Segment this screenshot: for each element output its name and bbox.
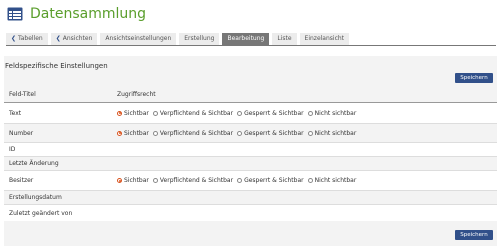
tab-label: Liste	[277, 35, 292, 42]
tab-label: Einzelansicht	[304, 35, 345, 42]
access-options: Sichtbar Verpflichtend & Sichtbar Gesper…	[117, 130, 497, 137]
chevron-left-icon: ❮	[11, 35, 17, 42]
app-title: Datensammlung	[30, 6, 147, 22]
radio-button[interactable]	[117, 110, 122, 116]
tab-einzelansicht[interactable]: Einzelansicht	[299, 33, 350, 45]
radio-button[interactable]	[117, 178, 122, 183]
field-title: Letzte Änderung	[9, 160, 59, 167]
radio-button[interactable]	[237, 178, 243, 183]
option-label: Gesperrt & Sichtbar	[244, 109, 304, 117]
table-row: Text Sichtbar Verpflichtend & Sichtbar G…	[4, 103, 497, 124]
table-row: ID	[4, 143, 497, 157]
table-row: Erstellungsdatum	[4, 191, 497, 205]
option-required-visible[interactable]: Verpflichtend & Sichtbar	[152, 129, 234, 137]
radio-button[interactable]	[237, 130, 243, 136]
field-title: Besitzer	[9, 177, 34, 184]
tab-tabellen[interactable]: ❮ Tabellen	[6, 33, 48, 45]
option-not-visible[interactable]: Nicht sichtbar	[307, 109, 357, 117]
option-locked-visible[interactable]: Gesperrt & Sichtbar	[237, 110, 304, 117]
option-label: Sichtbar	[124, 109, 149, 117]
app-header: Datensammlung	[0, 0, 500, 30]
field-title: ID	[9, 146, 16, 153]
radio-button[interactable]	[307, 178, 313, 183]
section-title: Feldspezifische Einstellungen	[5, 62, 108, 70]
option-label: Nicht sichtbar	[314, 109, 357, 117]
tab-divider	[6, 45, 496, 46]
chevron-left-icon: ❮	[55, 35, 61, 42]
option-not-visible[interactable]: Nicht sichtbar	[307, 129, 357, 137]
field-title: Text	[9, 109, 22, 117]
option-label: Nicht sichtbar	[314, 177, 357, 184]
tab-label: Ansichtseinstellungen	[105, 35, 172, 42]
option-not-visible[interactable]: Nicht sichtbar	[307, 177, 357, 184]
header-field-title: Feld-Titel	[9, 91, 36, 98]
tab-label: Ansichten	[62, 35, 93, 42]
radio-button[interactable]	[152, 178, 158, 183]
tab-bearbeitung[interactable]: Bearbeitung	[222, 33, 270, 45]
radio-button[interactable]	[152, 130, 158, 136]
field-title: Number	[9, 129, 34, 137]
option-required-visible[interactable]: Verpflichtend & Sichtbar	[152, 177, 234, 184]
option-label: Nicht sichtbar	[314, 129, 357, 137]
tab-ansichtseinstellungen[interactable]: Ansichtseinstellungen	[100, 33, 177, 45]
table-row: Zuletzt geändert von	[4, 205, 497, 221]
radio-button[interactable]	[237, 110, 243, 116]
tab-label: Erstellung	[184, 35, 215, 42]
tab-erstellung[interactable]: Erstellung	[179, 33, 220, 45]
tab-label: Bearbeitung	[227, 35, 265, 42]
field-title: Zuletzt geändert von	[9, 209, 73, 217]
option-label: Verpflichtend & Sichtbar	[159, 109, 234, 117]
field-title: Erstellungsdatum	[9, 194, 62, 201]
tab-liste[interactable]: Liste	[272, 33, 297, 45]
option-locked-visible[interactable]: Gesperrt & Sichtbar	[237, 177, 304, 184]
tab-bar: ❮ Tabellen ❮ Ansichten Ansichtseinstellung…	[6, 33, 352, 45]
radio-button[interactable]	[117, 130, 122, 136]
tab-label: Tabellen	[18, 35, 43, 42]
table-row: Letzte Änderung	[4, 157, 497, 171]
table-header: Feld-Titel Zugriffsrecht	[4, 87, 497, 103]
option-required-visible[interactable]: Verpflichtend & Sichtbar	[152, 109, 234, 117]
save-button-bottom[interactable]: Speichern	[455, 230, 493, 240]
option-visible[interactable]: Sichtbar	[117, 177, 149, 184]
field-settings-table: Feld-Titel Zugriffsrecht Text Sichtbar V…	[4, 87, 497, 221]
header-access-right: Zugriffsrecht	[117, 91, 156, 98]
radio-button[interactable]	[307, 110, 313, 116]
option-locked-visible[interactable]: Gesperrt & Sichtbar	[237, 130, 304, 137]
option-label: Gesperrt & Sichtbar	[244, 129, 304, 137]
access-options: Sichtbar Verpflichtend & Sichtbar Gesper…	[117, 110, 497, 117]
option-label: Sichtbar	[124, 129, 149, 137]
access-options: Sichtbar Verpflichtend & Sichtbar Gesper…	[117, 177, 497, 184]
table-row: Number Sichtbar Verpflichtend & Sichtbar…	[4, 124, 497, 143]
option-label: Verpflichtend & Sichtbar	[159, 129, 234, 137]
table-icon	[7, 7, 23, 21]
save-button-top[interactable]: Speichern	[455, 73, 493, 83]
tab-ansichten[interactable]: ❮ Ansichten	[50, 33, 98, 45]
option-label: Gesperrt & Sichtbar	[244, 177, 304, 184]
radio-button[interactable]	[152, 110, 158, 116]
radio-button[interactable]	[307, 130, 313, 136]
option-label: Sichtbar	[124, 177, 149, 184]
option-label: Verpflichtend & Sichtbar	[159, 177, 234, 184]
option-visible[interactable]: Sichtbar	[117, 130, 149, 137]
option-visible[interactable]: Sichtbar	[117, 110, 149, 117]
table-row: Besitzer Sichtbar Verpflichtend & Sichtb…	[4, 171, 497, 191]
